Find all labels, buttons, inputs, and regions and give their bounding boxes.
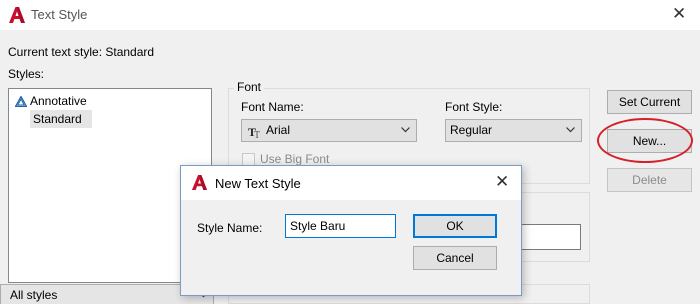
delete-button[interactable]: Delete	[607, 168, 692, 192]
font-group-label: Font	[234, 80, 265, 94]
font-style-label: Font Style:	[445, 100, 503, 114]
current-style-label: Current text style:	[8, 45, 103, 59]
chevron-down-icon	[566, 127, 575, 133]
styles-filter-value: All styles	[10, 288, 58, 302]
use-big-font-label: Use Big Font	[260, 152, 330, 166]
styles-list-item-annotative[interactable]: Annotative	[9, 92, 207, 110]
window-title: Text Style	[31, 7, 88, 22]
svg-text:T: T	[254, 130, 260, 138]
styles-list-item-standard[interactable]: Standard	[30, 110, 92, 128]
annotative-icon	[15, 96, 27, 107]
main-titlebar	[0, 0, 700, 30]
styles-list-item-label: Standard	[33, 112, 82, 126]
style-name-input[interactable]	[285, 214, 396, 238]
new-text-style-dialog: New Text Style ✕ Style Name: OK Cancel	[180, 165, 522, 296]
ok-button[interactable]: OK	[413, 214, 497, 238]
dialog-close-icon[interactable]: ✕	[495, 172, 509, 192]
current-style-value: Standard	[105, 45, 155, 59]
autocad-logo-icon	[191, 174, 208, 191]
font-name-value: Arial	[266, 123, 291, 137]
font-name-label: Font Name:	[241, 100, 304, 114]
dialog-title: New Text Style	[215, 176, 301, 191]
window-close-icon[interactable]: ✕	[672, 4, 686, 24]
highlight-ellipse	[597, 118, 693, 163]
styles-label: Styles:	[8, 67, 45, 81]
autocad-logo-icon	[9, 7, 25, 23]
font-style-value: Regular	[450, 123, 493, 137]
style-name-label: Style Name:	[197, 221, 263, 235]
cancel-button[interactable]: Cancel	[413, 246, 497, 270]
font-style-select[interactable]: Regular	[445, 119, 582, 142]
truetype-font-icon: T T	[248, 125, 260, 138]
current-style-row: Current text style: Standard	[8, 45, 154, 59]
font-name-select[interactable]: T T Arial	[241, 119, 417, 142]
set-current-button[interactable]: Set Current	[607, 90, 692, 114]
styles-list-item-label: Annotative	[30, 94, 87, 108]
height-field[interactable]	[520, 224, 581, 250]
chevron-down-icon	[401, 127, 410, 133]
